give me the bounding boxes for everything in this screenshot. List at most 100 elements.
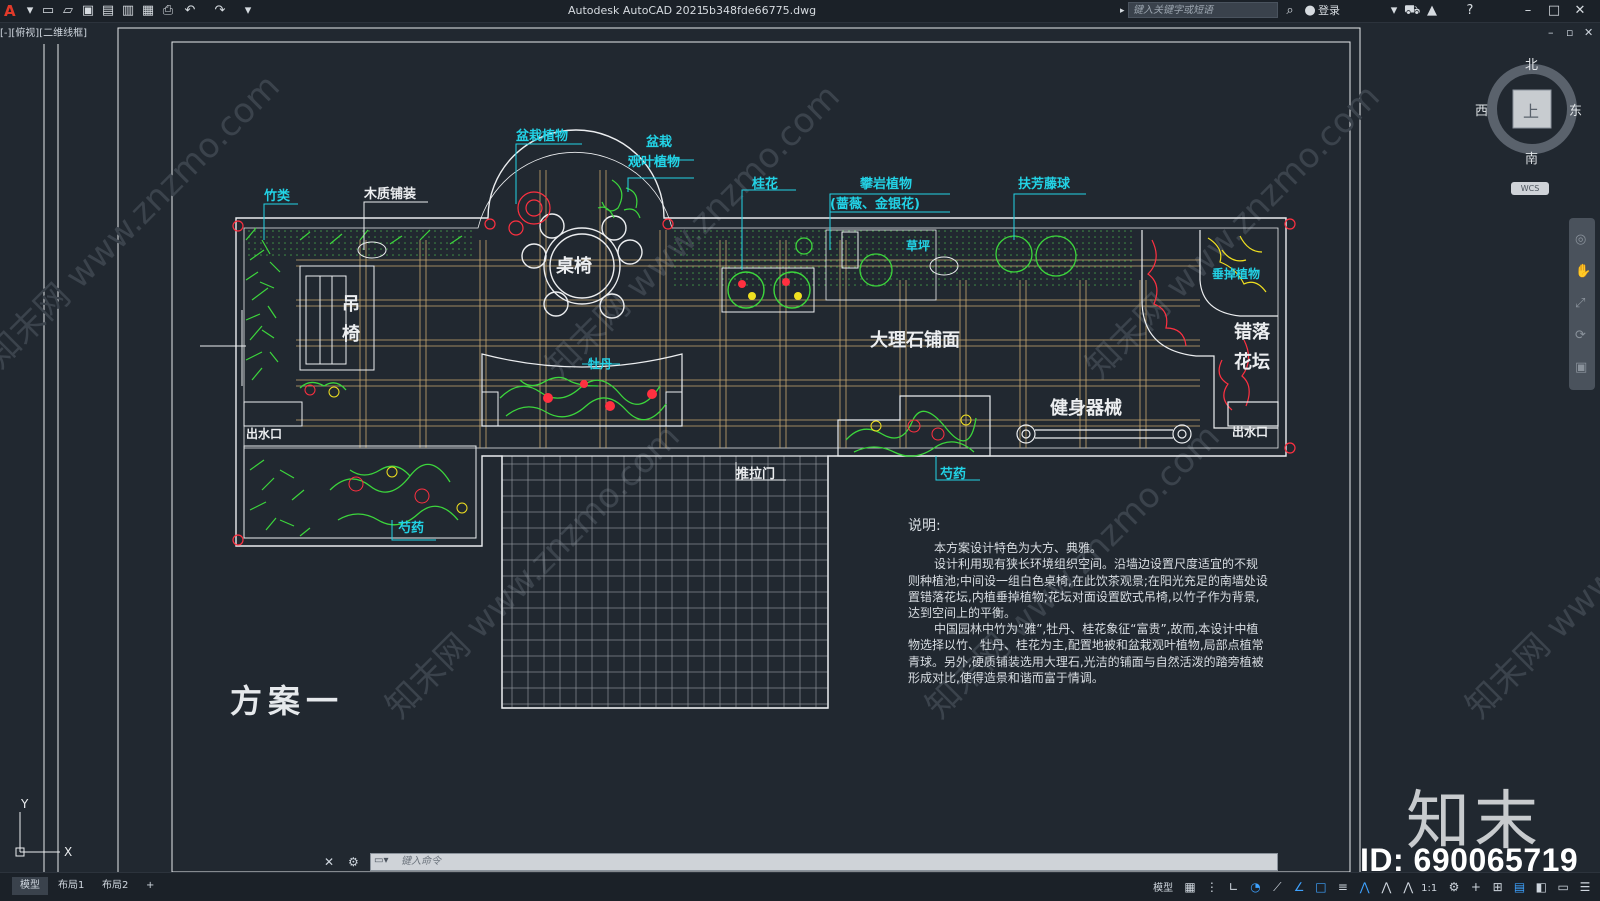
app-title: Autodesk AutoCAD 2021 <box>568 4 704 17</box>
label-potted: 盆栽 <box>645 134 672 150</box>
label-staggered-2: 花坛 <box>1234 351 1270 373</box>
label-boxwood: 扶芳藤球 <box>1018 176 1071 192</box>
compass-west[interactable]: 西 <box>1475 100 1488 119</box>
customize-toolbar-icon[interactable]: ▾ <box>240 3 256 19</box>
svg-text:知末网 www.znzmo.com: 知末网 www.znzmo.com <box>1458 417 1600 727</box>
autodesk-a360-icon[interactable]: ▲ <box>1424 3 1440 19</box>
ortho-icon[interactable]: ∟ <box>1225 877 1243 897</box>
zoom-icon[interactable]: ⤢ <box>1575 296 1585 311</box>
redo-icon[interactable]: ↷ <box>212 3 228 19</box>
label-herb-peony-left: 芍药 <box>398 520 424 536</box>
notes-heading: 说明: <box>908 518 941 534</box>
open-web-icon[interactable]: ▥ <box>120 3 136 19</box>
model-space-toggle[interactable]: 模型 <box>1153 879 1177 899</box>
label-foliage: 观叶植物 <box>628 154 680 170</box>
label-herb-peony-right: 芍药 <box>940 466 966 482</box>
navigation-bar[interactable]: ◎ ✋ ⤢ ⟳ ▣ <box>1569 218 1595 390</box>
svg-text:Y: Y <box>20 797 29 811</box>
orbit-icon[interactable]: ⟳ <box>1575 328 1586 343</box>
compass-east[interactable]: 东 <box>1569 100 1582 119</box>
compass-south[interactable]: 南 <box>1525 148 1538 167</box>
label-table-chairs: 桌椅 <box>555 255 592 277</box>
isodraft-icon[interactable]: ⟋ <box>1268 877 1286 897</box>
save-as-icon[interactable]: ▤ <box>100 3 116 19</box>
command-close-icon[interactable]: ✕ <box>324 855 334 869</box>
pan-icon[interactable]: ✋ <box>1575 264 1591 279</box>
search-icon[interactable]: ⌕ <box>1282 3 1298 19</box>
label-swing-2: 椅 <box>342 323 360 345</box>
label-outlet-left: 出水口 <box>246 426 282 441</box>
object-snap-tracking-icon[interactable]: ∠ <box>1290 877 1308 897</box>
quick-properties-icon[interactable]: ▤ <box>1511 877 1529 897</box>
label-lawn: 草坪 <box>906 238 930 253</box>
tab-model[interactable]: 模型 <box>12 877 48 895</box>
showmotion-icon[interactable]: ▣ <box>1575 360 1587 375</box>
open-folder-icon[interactable]: ▱ <box>60 3 76 19</box>
label-swing-1: 吊 <box>342 294 360 315</box>
save-icon[interactable]: ▣ <box>80 3 96 19</box>
command-input[interactable]: 键入命令 <box>370 853 1278 871</box>
search-expand-icon[interactable]: ▸ <box>1120 0 1125 22</box>
help-icon[interactable]: ? <box>1462 3 1478 19</box>
auto-scale-icon[interactable]: ⋀ <box>1377 877 1395 897</box>
label-peony: 牡丹 <box>588 356 612 371</box>
undo-icon[interactable]: ↶ <box>182 3 198 19</box>
command-history-icon[interactable]: ▭▾ <box>374 855 388 866</box>
cart-icon[interactable]: ⛟ <box>1404 3 1420 19</box>
polar-icon[interactable]: ◔ <box>1246 877 1264 897</box>
status-bar: 模型 布局1 布局2 + 模型 ▦ ⋮ ∟ ◔ ⟋ ∠ □ ≡ ⋀ ⋀ ⋀ 1:… <box>0 872 1600 901</box>
annotation-monitor-icon[interactable]: + <box>1467 877 1485 897</box>
viewport-min-icon[interactable]: – <box>1548 26 1554 39</box>
drawing-canvas[interactable]: 知末网 www.znzmo.com 知末网 www.znzmo.com 知末网 … <box>0 22 1600 872</box>
viewport-controls[interactable]: [-][俯视][二维线框] <box>0 24 87 39</box>
viewcube-top-label[interactable]: 上 <box>1523 98 1539 122</box>
notes-paragraph: 设计利用现有狭长环境组织空间。沿墙边设置尺度适宜的不规则种植池;中间设一组白色桌… <box>908 557 1268 621</box>
account-dropdown-icon[interactable]: ▾ <box>1386 3 1402 19</box>
login-label[interactable]: 登录 <box>1318 0 1340 22</box>
add-layout-button[interactable]: + <box>138 877 162 895</box>
label-potted-plants: 盆栽植物 <box>515 128 568 144</box>
label-hanging: 垂掉植物 <box>1212 266 1260 281</box>
compass-north[interactable]: 北 <box>1525 54 1538 73</box>
minimize-icon[interactable]: – <box>1520 3 1536 19</box>
plot-icon[interactable]: ⎙ <box>160 3 176 19</box>
close-icon[interactable]: ✕ <box>1572 3 1588 19</box>
tab-layout1[interactable]: 布局1 <box>50 877 92 895</box>
label-climbing: 攀岩植物 <box>859 176 912 192</box>
label-marble-paving: 大理石铺面 <box>870 329 960 351</box>
command-customize-icon[interactable]: ⚙ <box>348 855 359 869</box>
label-osmanthus: 桂花 <box>751 176 778 192</box>
snap-icon[interactable]: ⋮ <box>1203 877 1221 897</box>
object-snap-icon[interactable]: □ <box>1312 877 1330 897</box>
hardware-acceleration-icon[interactable]: ▭ <box>1554 877 1572 897</box>
autocad-logo-icon[interactable]: A <box>4 0 16 22</box>
viewport-restore-icon[interactable]: ▫ <box>1566 26 1573 39</box>
lineweight-icon[interactable]: ≡ <box>1334 877 1352 897</box>
scale-dropdown[interactable]: 1:1 <box>1421 879 1441 899</box>
annotation-scale-icon[interactable]: ⋀ <box>1399 877 1417 897</box>
tab-layout2[interactable]: 布局2 <box>94 877 136 895</box>
status-toggles: 模型 ▦ ⋮ ∟ ◔ ⟋ ∠ □ ≡ ⋀ ⋀ ⋀ 1:1 ⚙ + ⊞ ▤ ◧ ▭… <box>1153 877 1594 897</box>
viewcube[interactable]: 上 北 南 东 西 <box>1475 58 1582 167</box>
isolate-objects-icon[interactable]: ◧ <box>1532 877 1550 897</box>
user-icon[interactable]: ● <box>1302 3 1318 19</box>
save-web-icon[interactable]: ▦ <box>140 3 156 19</box>
maximize-icon[interactable]: □ <box>1546 3 1562 19</box>
new-file-icon[interactable]: ▭ <box>40 3 56 19</box>
label-wood-paving: 木质铺装 <box>363 186 416 202</box>
units-icon[interactable]: ⊞ <box>1489 877 1507 897</box>
search-input[interactable]: 键入关键字或短语 <box>1128 2 1278 18</box>
workspace-gear-icon[interactable]: ⚙ <box>1445 877 1463 897</box>
notes-paragraph: 本方案设计特色为大方、典雅。 <box>934 541 1103 556</box>
wcs-menu[interactable]: WCS <box>1511 182 1549 195</box>
annotation-visibility-icon[interactable]: ⋀ <box>1356 877 1374 897</box>
steering-wheel-icon[interactable]: ◎ <box>1575 232 1586 247</box>
viewport-close-icon[interactable]: ✕ <box>1584 26 1593 39</box>
notes-paragraph: 中国园林中竹为“雅”,牡丹、桂花象征“富贵”,故而,本设计中植物选择以竹、牡丹、… <box>908 622 1264 685</box>
customization-menu-icon[interactable]: ☰ <box>1576 877 1594 897</box>
grid-icon[interactable]: ▦ <box>1181 877 1199 897</box>
label-bamboo: 竹类 <box>263 188 291 204</box>
courtyard-grid <box>501 455 829 709</box>
app-menu-chevron-icon[interactable]: ▾ <box>22 3 38 19</box>
plan-title: 方案一 <box>230 682 345 720</box>
